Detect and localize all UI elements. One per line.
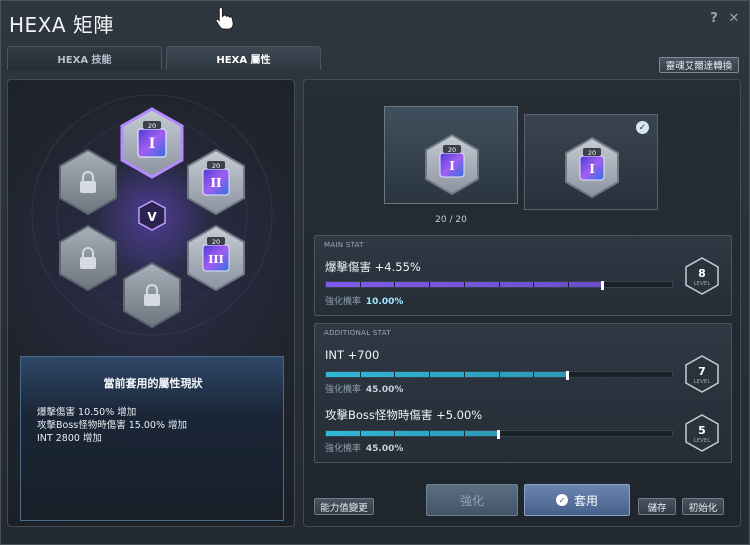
save-button[interactable]: 儲存 [638,498,676,515]
hexa-core-icon: I 20 [425,133,479,196]
svg-text:III: III [208,253,223,266]
tab-hexa-stat[interactable]: HEXA 屬性 [166,46,321,70]
current-stat-status-box: 當前套用的屬性現狀 爆擊傷害 10.50% 增加 攻擊Boss怪物時傷害 15.… [20,356,284,521]
chance-value: 10.00% [365,297,404,307]
svg-text:II: II [210,176,222,190]
svg-text:I: I [149,136,156,152]
additional-stat-2-level: 5 [698,424,706,437]
additional-stat-header: ADDITIONAL STAT [324,329,391,337]
svg-text:20: 20 [148,122,156,130]
main-stat-progress-bar [325,281,673,290]
additional-stat-1-progress-bar [325,371,673,380]
slot-level-count: 20 / 20 [435,215,467,225]
progress-knob [566,371,570,380]
additional-stat-2-level-badge: 5 LEVEL [682,413,722,453]
apply-button[interactable]: ✓ 套用 [524,484,630,516]
additional-stat-2-progress-bar [325,430,673,439]
hexa-matrix-window: HEXA 矩陣 ? ✕ HEXA 技能 HEXA 屬性 靈魂艾爾達轉換 I 20… [0,0,750,545]
pointer-hand-icon [215,6,234,30]
progress-ticks [326,282,672,287]
svg-text:V: V [147,210,157,224]
progress-knob [497,430,500,439]
help-icon[interactable]: ? [707,11,721,26]
hex-grid-panel: I 20 II 20 V III 20 當前套用的屬性現狀 爆擊傷害 10.50… [7,79,295,527]
svg-text:I: I [589,162,595,176]
tab-bar: HEXA 技能 HEXA 屬性 [7,46,321,70]
additional-stat-1-level-badge: 7 LEVEL [682,354,722,394]
close-icon[interactable]: ✕ [727,11,741,26]
title-icons: ? ✕ [707,11,741,26]
status-line: INT 2800 增加 [37,433,102,444]
enhance-button[interactable]: 強化 [426,484,518,516]
chance-label: 強化機率 [325,297,362,307]
main-stat-chance: 強化機率 10.00% [325,294,403,307]
progress-ticks [326,372,672,377]
hex-node-bottom-locked[interactable] [123,261,181,329]
level-label: LEVEL [693,438,711,444]
additional-stat-1-name: INT +700 [325,348,380,362]
main-stat-header: MAIN STAT [324,241,364,249]
additional-stat-box: ADDITIONAL STAT INT +700 強化機率 45.00% 7 L… [314,323,732,463]
main-stat-level-badge: 8 LEVEL [682,256,722,296]
additional-stat-2-chance: 強化機率 45.00% [325,441,403,454]
apply-label: 套用 [573,493,598,508]
svg-text:20: 20 [212,238,220,246]
status-line: 爆擊傷害 10.50% 增加 [37,407,137,418]
progress-knob [600,281,604,290]
level-label: LEVEL [693,379,711,385]
main-stat-name: 爆擊傷害 +4.55% [325,260,421,274]
chance-value: 45.00% [365,444,404,454]
reset-button[interactable]: 初始化 [682,498,724,515]
level-label: LEVEL [693,281,711,287]
core-slot-applied[interactable]: ✓ I 20 [524,114,658,210]
additional-stat-1-chance: 強化機率 45.00% [325,382,403,395]
chance-value: 45.00% [365,385,404,395]
additional-stat-2-name: 攻擊Boss怪物時傷害 +5.00% [325,408,483,422]
status-line: 攻擊Boss怪物時傷害 15.00% 增加 [37,420,187,431]
chance-label: 強化機率 [325,385,362,395]
hex-grid: I 20 II 20 V III 20 [31,94,273,336]
check-icon: ✓ [555,494,568,506]
svg-text:I: I [449,159,455,173]
chance-label: 強化機率 [325,444,362,454]
core-slot-current[interactable]: I 20 [384,106,518,204]
main-stat-level: 8 [698,267,706,280]
svg-text:20: 20 [448,146,456,154]
tab-hexa-skill[interactable]: HEXA 技能 [7,46,162,70]
hexa-v-icon: V [138,200,166,231]
stat-detail-panel: I 20 ✓ I 20 20 / 20 MAIN STAT 爆擊傷害 +4.55… [303,79,741,527]
change-ability-button[interactable]: 能力值變更 [314,498,374,515]
svg-text:20: 20 [212,162,220,170]
sol-erda-convert-button[interactable]: 靈魂艾爾達轉換 [659,57,739,73]
status-box-title: 當前套用的屬性現狀 [103,377,203,390]
check-icon: ✓ [636,121,649,134]
main-stat-box: MAIN STAT 爆擊傷害 +4.55% 強化機率 10.00% 8 LEVE… [314,235,732,316]
hex-node-top-active[interactable]: I 20 [120,107,184,179]
svg-text:20: 20 [588,149,596,157]
status-lines: 爆擊傷害 10.50% 增加 攻擊Boss怪物時傷害 15.00% 增加 INT… [37,406,187,445]
window-title: HEXA 矩陣 [9,13,114,37]
additional-stat-1-level: 7 [698,365,706,378]
